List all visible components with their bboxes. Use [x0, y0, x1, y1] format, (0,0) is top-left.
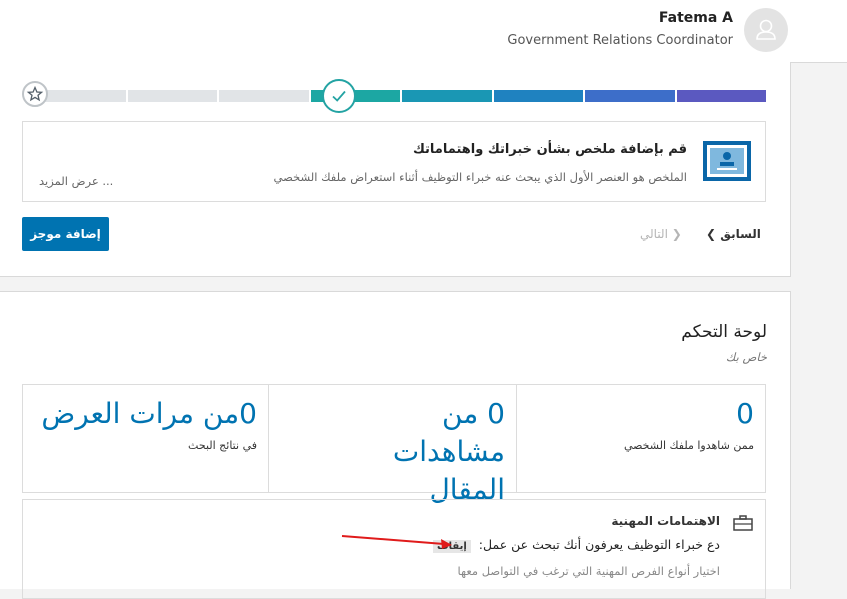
stat-label: في نتائج البحث — [188, 439, 257, 452]
dashboard-title: لوحة التحكم — [681, 322, 767, 342]
avatar[interactable] — [744, 8, 788, 52]
profile-strength-meter — [36, 90, 766, 102]
progress-segment — [127, 90, 217, 102]
progress-segment — [493, 90, 583, 102]
stat-value: 0 من مشاهدات المقال — [392, 397, 505, 506]
career-interests-line: دع خبراء التوظيف يعرفون أنك تبحث عن عمل: — [478, 537, 720, 552]
dashboard-stats: 0 ممن شاهدوا ملفك الشخصي 0 من مشاهدات ال… — [22, 384, 766, 506]
progress-segment — [676, 90, 766, 102]
add-summary-button[interactable]: إضافة موجز — [22, 217, 109, 251]
chevron-left-icon: ❮ — [706, 227, 717, 241]
previous-label: السابق — [720, 227, 761, 241]
stat-profile-views[interactable]: 0 ممن شاهدوا ملفك الشخصي — [517, 385, 765, 492]
suggestion-title: قم بإضافة ملخص بشأن خبراتك واهتماماتك — [412, 142, 687, 157]
briefcase-icon — [733, 514, 753, 532]
previous-link[interactable]: ❮ السابق — [706, 227, 761, 241]
step-current — [322, 79, 356, 113]
profile-summary-icon — [701, 138, 753, 184]
stat-search-appearances[interactable]: 0من مرات العرض في نتائج البحث — [22, 385, 269, 492]
stat-label: ممن شاهدوا ملفك الشخصي — [623, 439, 754, 452]
profile-strength-card: قم بإضافة ملخص بشأن خبراتك واهتماماتك ال… — [0, 62, 791, 277]
career-interests-title: الاهتمامات المهنية — [611, 514, 720, 528]
career-interests-description: اختيار أنواع الفرص المهنية التي ترغب في … — [457, 564, 720, 578]
progress-segment — [219, 90, 309, 102]
person-icon — [756, 19, 776, 40]
progress-segment — [402, 90, 492, 102]
stat-value: 0 — [736, 397, 754, 430]
dashboard-subtitle: خاص بك — [725, 350, 767, 364]
step-start — [22, 81, 48, 107]
star-icon — [26, 85, 44, 102]
stat-value: 0من مرات العرض — [41, 397, 257, 430]
next-link[interactable]: التالي ❯ — [640, 227, 682, 241]
career-interests-status: دع خبراء التوظيف يعرفون أنك تبحث عن عمل:… — [433, 537, 720, 553]
chevron-right-icon: ❯ — [671, 227, 682, 241]
top-header: Fatema A Government Relations Coordinato… — [0, 0, 847, 63]
stat-article-views[interactable]: 0 من مشاهدات المقال — [268, 385, 517, 506]
progress-segment — [585, 90, 675, 102]
user-title: Government Relations Coordinator — [507, 33, 733, 48]
check-icon — [332, 90, 346, 102]
see-more-link[interactable]: ... عرض المزيد — [39, 174, 113, 188]
annotation-arrow — [340, 531, 460, 553]
user-name[interactable]: Fatema A — [659, 10, 733, 26]
suggestion-box: قم بإضافة ملخص بشأن خبراتك واهتماماتك ال… — [22, 121, 766, 202]
next-label: التالي — [640, 227, 668, 241]
suggestion-description: الملخص هو العنصر الأول الذي يبحث عنه خبر… — [273, 170, 687, 184]
progress-segment — [36, 90, 126, 102]
